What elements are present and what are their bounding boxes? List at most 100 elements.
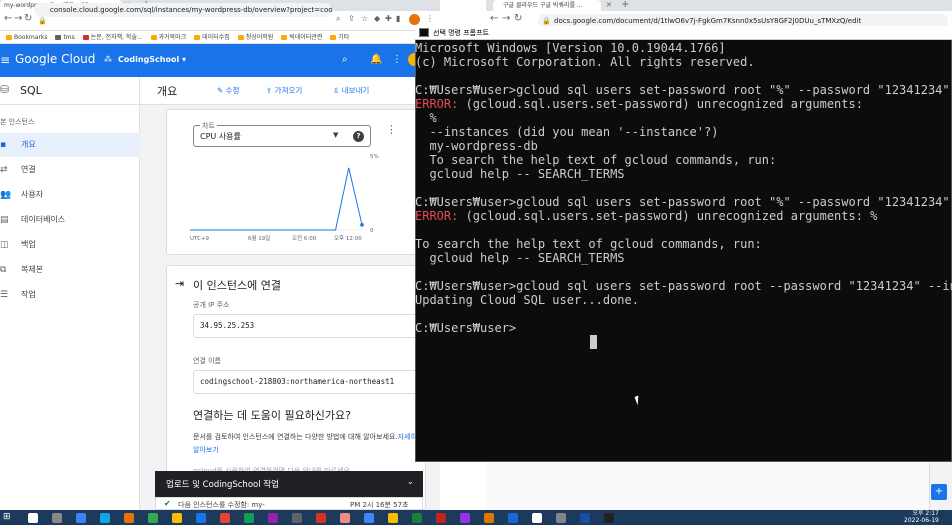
forward-icon[interactable]: → (502, 13, 510, 24)
taskbar-app-icon[interactable] (316, 513, 326, 523)
sidebar-item-0[interactable]: ▪ 개요 (0, 133, 140, 157)
bookmark-folder[interactable]: 과거북마크 (150, 31, 186, 43)
project-selector[interactable]: CodingSchool ▾ (118, 55, 186, 64)
tab-close-icon[interactable]: ✕ (606, 0, 612, 11)
taskbar-clock[interactable]: 오후 2:17 2022-06-19 (904, 510, 939, 524)
taskbar-app-icon[interactable] (100, 513, 110, 523)
sidebar-item-4[interactable]: ◫ 백업 (0, 233, 140, 257)
import-button[interactable]: ⇪ 가져오기 (266, 85, 302, 96)
bookmark-item[interactable]: 논문, 전자책, 학술... (82, 31, 143, 43)
taskbar-app-icon[interactable] (580, 513, 590, 523)
backup-icon: ◫ (0, 240, 9, 250)
left-address-bar[interactable]: console.cloud.google.com/sql/instances/m… (34, 3, 332, 17)
reload-icon[interactable]: ↻ (24, 13, 32, 24)
taskbar-app-icon[interactable] (220, 513, 230, 523)
cmd-window-title: 선택 명령 프롬프트 (433, 29, 489, 37)
hamburger-menu-icon[interactable]: ≡ (0, 53, 10, 67)
text-cursor (590, 335, 597, 349)
taskbar-app-icon[interactable] (244, 513, 254, 523)
share-icon[interactable]: ⇪ (348, 14, 355, 23)
windows-start-icon[interactable]: ⊞ (3, 512, 11, 522)
check-circle-icon: ✔ (164, 499, 171, 508)
help-icon[interactable]: ? (353, 131, 364, 142)
taskbar-app-icon[interactable] (412, 513, 422, 523)
console-line: To search the help text of gcloud comman… (415, 153, 777, 167)
taskbar-app-icon[interactable] (268, 513, 278, 523)
taskbar-app-icon[interactable] (484, 513, 494, 523)
add-icon[interactable]: + (931, 484, 947, 500)
new-tab-icon[interactable]: + (621, 0, 629, 10)
taskbar-app-icon[interactable] (436, 513, 446, 523)
bookmark-star-icon[interactable]: ☆ (361, 14, 368, 23)
taskbar-app-icon[interactable] (196, 513, 206, 523)
bookmark-folder[interactable]: 빅데이터관련 (281, 31, 322, 43)
sidebar-item-5[interactable]: ⧉ 복제본 (0, 258, 140, 282)
error-label: ERROR: (415, 209, 459, 223)
chart-metric-value: CPU 사용률 (200, 132, 241, 141)
ip-value[interactable]: 34.95.25.253 (200, 321, 254, 330)
taskbar-app-icon[interactable] (604, 513, 614, 523)
console-line: C:₩Users₩user>gcloud sql users set-passw… (415, 279, 952, 293)
cpu-latest-point[interactable] (360, 223, 364, 227)
back-icon[interactable]: ← (490, 13, 498, 24)
notifications-icon[interactable]: 🔔 (370, 54, 382, 65)
collapse-chevron-icon[interactable]: ⌄ (407, 477, 414, 486)
taskbar-app-icon[interactable] (124, 513, 134, 523)
taskbar-app-icon[interactable] (52, 513, 62, 523)
zoom-icon[interactable]: ⌕ (336, 14, 340, 24)
search-icon[interactable]: ⌕ (342, 54, 348, 65)
x-tick-label: 오후 12:00 (334, 235, 362, 242)
sidebar-item-3[interactable]: ▤ 데이터베이스 (0, 208, 140, 232)
y-tick-label: 0 (370, 228, 374, 234)
console-output[interactable]: Microsoft Windows [Version 10.0.19044.17… (415, 40, 952, 462)
taskbar-app-icon[interactable] (364, 513, 374, 523)
extension-icon[interactable]: ◆ (374, 14, 380, 23)
operations-icon: ☰ (0, 290, 9, 300)
taskbar-app-icon[interactable] (532, 513, 542, 523)
cmd-titlebar[interactable] (415, 26, 952, 40)
taskbar-app-icon[interactable] (28, 513, 38, 523)
chart-more-icon[interactable]: ⋮ (386, 123, 397, 136)
console-line: C:₩Users₩user> (415, 321, 517, 335)
more-vert-icon[interactable]: ⋮ (392, 54, 402, 65)
connection-name-value[interactable]: codingschool-218803:northamerica-northea… (200, 377, 394, 386)
right-active-tab[interactable]: 구글 클라우드 구글 빅쿼리를 ... (493, 0, 601, 11)
console-line: To search the help text of gcloud comman… (415, 237, 762, 251)
extensions-puzzle-icon[interactable]: ✚ (385, 14, 392, 23)
bookmark-folder[interactable]: 데이터수집 (194, 31, 230, 43)
menu-dots-icon[interactable]: ⋮ (426, 14, 434, 23)
profile-avatar[interactable] (409, 14, 420, 25)
taskbar-app-icon[interactable] (556, 513, 566, 523)
sidebar-item-1[interactable]: ⇄ 연결 (0, 158, 140, 182)
bookmark-item[interactable]: tms (55, 31, 75, 43)
console-line: gcloud help -- SEARCH_TERMS (415, 251, 625, 265)
bookmark-folder[interactable]: 청상어학원 (237, 31, 273, 43)
taskbar-app-icon[interactable] (172, 513, 182, 523)
taskbar-app-icon[interactable] (340, 513, 350, 523)
sidebar-item-6[interactable]: ☰ 작업 (0, 283, 140, 307)
google-cloud-logo[interactable]: Google Cloud (15, 52, 95, 66)
taskbar-app-icon[interactable] (508, 513, 518, 523)
taskbar-app-icon[interactable] (76, 513, 86, 523)
bookmark-item[interactable]: Bookmarks (6, 31, 48, 43)
dropdown-arrow-icon[interactable]: ▼ (333, 131, 338, 139)
sidebar-item-2[interactable]: 👥 사용자 (0, 183, 140, 207)
taskbar-app-icon[interactable] (148, 513, 158, 523)
sidepanel-icon[interactable]: ▮ (396, 14, 400, 23)
upload-panel-title: 업로드 및 CodingSchool 작업 (166, 480, 279, 490)
taskbar-app-icon[interactable] (292, 513, 302, 523)
reload-icon[interactable]: ↻ (514, 13, 522, 24)
back-icon[interactable]: ← (4, 13, 12, 24)
export-button[interactable]: ⇫ 내보내기 (333, 85, 369, 96)
edit-button[interactable]: ✎ 수정 (217, 85, 239, 96)
taskbar-app-icon[interactable] (460, 513, 470, 523)
console-line: --instances (did you mean '--instance'?) (415, 125, 719, 139)
bookmark-folder[interactable]: 기타 (330, 31, 349, 43)
forward-icon[interactable]: → (14, 13, 22, 24)
x-tick-label: 6월 19일 (248, 234, 270, 242)
taskbar-app-icon[interactable] (388, 513, 398, 523)
overview-icon: ▪ (0, 140, 7, 150)
